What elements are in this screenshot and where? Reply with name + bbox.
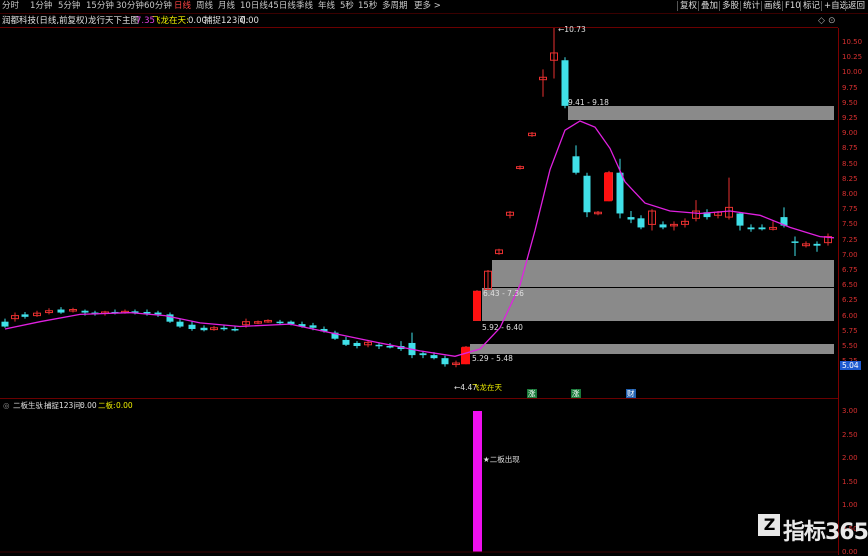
price-tick: 7.50 [842, 220, 858, 229]
kline-chart[interactable] [0, 0, 868, 555]
price-tick: 10.00 [842, 68, 863, 77]
price-tick: 9.50 [842, 98, 858, 107]
candle-body-down [419, 353, 427, 356]
lower-tick: 1.50 [842, 477, 858, 486]
second-board-bar [473, 411, 482, 552]
candle-body-down [791, 241, 799, 243]
watermark: Z 指标365 [758, 514, 868, 546]
price-tick: 6.25 [842, 296, 858, 305]
candle-body-down [200, 327, 208, 331]
resistance-zone [492, 260, 834, 287]
second-board-value: 0.00 [116, 401, 133, 410]
lower-catch-label: 捕捉123问: [44, 401, 84, 410]
candle-body-down [220, 327, 228, 330]
candle-body-down [188, 324, 196, 329]
price-tick: 9.00 [842, 129, 858, 138]
limit-up-badge[interactable]: 涨 [571, 389, 581, 398]
price-tick: 9.75 [842, 83, 858, 92]
lower-indicator-name[interactable]: 二板生驮 [13, 401, 43, 410]
candle-body-down [659, 224, 667, 228]
candle-body-down [386, 346, 394, 348]
candle-body-down [81, 310, 89, 313]
lower-catch-value: 0.00 [80, 401, 97, 410]
lower-tick: 2.00 [842, 454, 858, 462]
high-price-label: ←10.73 [558, 25, 586, 34]
high-price-value: 10.73 [564, 25, 586, 34]
price-tick: 8.25 [842, 174, 858, 183]
breakout-candle [473, 291, 481, 321]
candle-body-down [353, 342, 361, 346]
candle-body-down [21, 314, 29, 317]
candle-body-down [637, 218, 645, 228]
second-board-appear-label: ★二板出现 [483, 455, 520, 464]
candle-body-down [231, 328, 239, 331]
candle-body-down [276, 321, 284, 324]
candle-body-down [176, 321, 184, 327]
collapse-icon[interactable]: ◎ [3, 401, 10, 410]
lower-tick: 1.00 [842, 501, 858, 509]
support-zone [470, 344, 834, 354]
zone-mid-label: 6.43 - 7.36 [483, 289, 524, 298]
limit-up-badge[interactable]: 涨 [527, 389, 537, 398]
price-tick: 8.75 [842, 144, 858, 153]
price-tick: 8.00 [842, 190, 858, 198]
fly-dragon-label: 飞龙在天 [472, 383, 502, 392]
lower-tick: 2.50 [842, 430, 858, 439]
finance-badge[interactable]: 财 [626, 389, 636, 398]
zone-low-label: 5.92 - 6.40 [482, 323, 523, 332]
price-tick: 7.75 [842, 205, 858, 214]
price-tick: 8.50 [842, 159, 858, 168]
candle-body-down [583, 175, 591, 213]
panel-divider [0, 398, 838, 399]
candle-body-down [342, 339, 350, 345]
candle-body-down [572, 156, 580, 173]
price-tick: 5.75 [842, 326, 858, 335]
candle-body-down [758, 227, 766, 230]
lower-tick: 3.00 [842, 407, 858, 415]
current-price-tag: 5.04 [840, 361, 861, 370]
candle-body-down [747, 227, 755, 230]
zone-base-label: 5.29 - 5.48 [472, 354, 513, 363]
resistance-zone [482, 288, 834, 321]
breakout-candle [604, 172, 612, 202]
resistance-zone [568, 106, 834, 120]
price-tick: 5.50 [842, 342, 858, 350]
watermark-text: 指标365 [783, 520, 868, 545]
candle-body-down [57, 309, 65, 313]
price-tick: 6.50 [842, 281, 858, 290]
price-tick: 6.00 [842, 311, 858, 320]
candle-body-down [736, 213, 744, 226]
candle-body-down [375, 344, 383, 347]
price-tick: 7.00 [842, 250, 858, 259]
candle-body-down [1, 321, 9, 327]
watermark-logo: Z [758, 514, 780, 536]
panel-top-border [0, 27, 838, 28]
second-board-appear-text: 二板出现 [489, 455, 520, 464]
price-tick: 10.50 [842, 38, 863, 46]
price-tick: 9.25 [842, 114, 858, 122]
candle-body-down [616, 172, 624, 214]
price-tick: 10.25 [842, 53, 863, 62]
candle-body-down [441, 358, 449, 365]
candle-body-down [627, 217, 635, 220]
breakout-candle [461, 347, 470, 365]
candle-body-down [430, 355, 438, 359]
price-axis [838, 28, 868, 555]
candle-body-down [309, 325, 317, 328]
moving-average-line [4, 120, 835, 357]
candle-body-down [813, 243, 821, 246]
second-board-label: 二板: [98, 401, 116, 410]
candle-body-down [154, 312, 162, 315]
price-tick: 6.75 [842, 266, 858, 274]
price-tick: 7.25 [842, 235, 858, 244]
zone-top-label: 9.41 - 9.18 [568, 98, 609, 107]
